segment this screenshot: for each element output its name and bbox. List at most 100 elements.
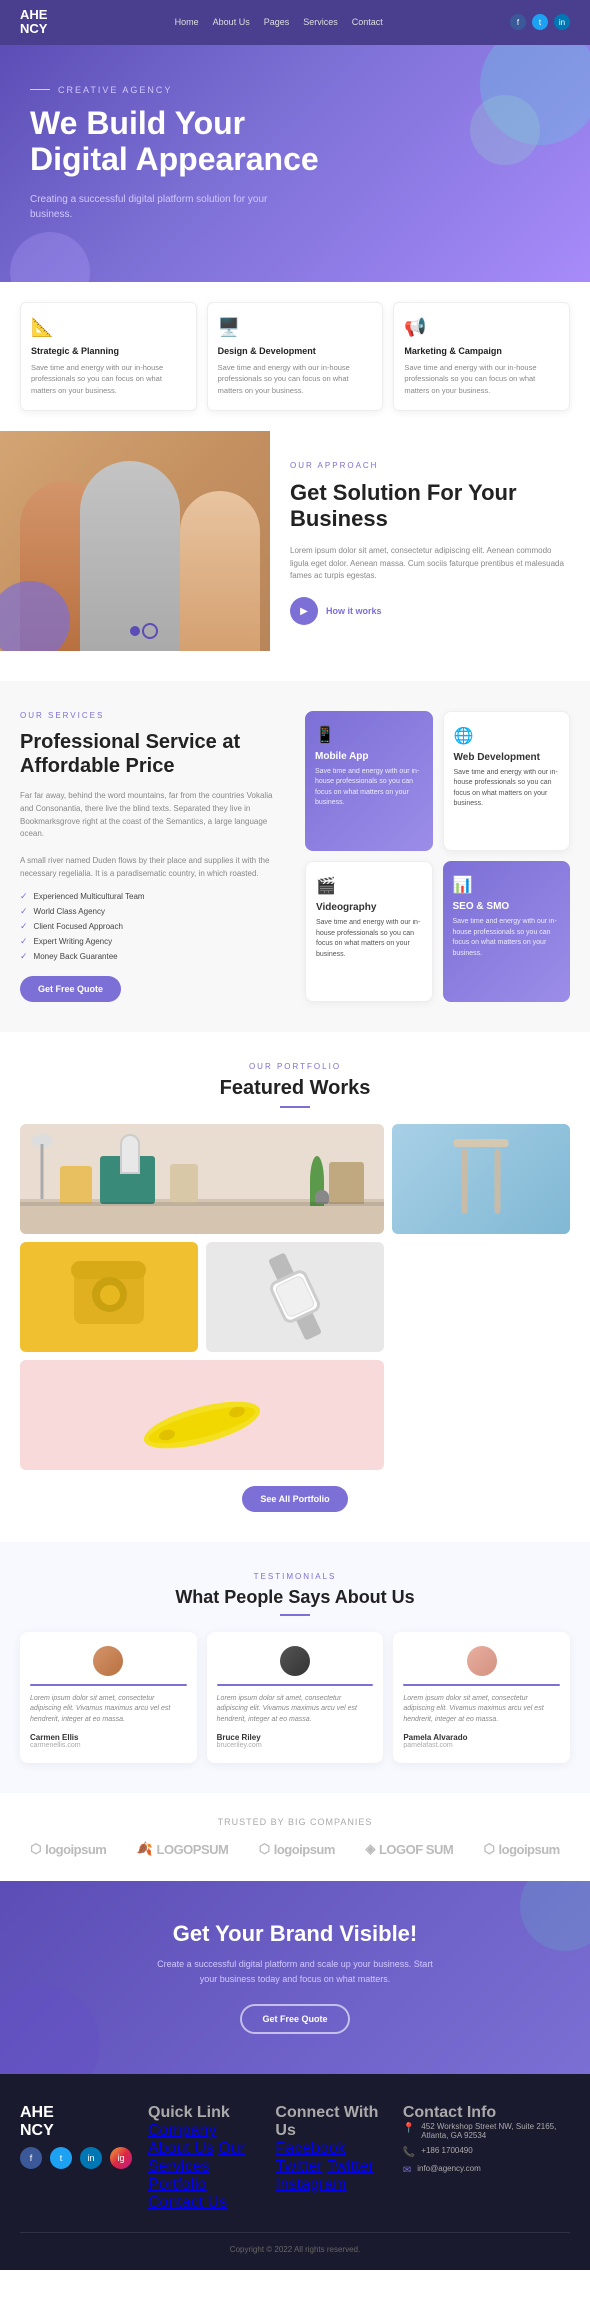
footer-link-contact[interactable]: Contact Us [148, 2194, 227, 2211]
check-icon-1: ✓ [20, 891, 28, 902]
service-card-3-title: Marketing & Campaign [404, 346, 559, 356]
seo-icon: 📊 [453, 875, 561, 895]
footer-link-about[interactable]: About Us [148, 2140, 214, 2157]
footer-quick-link-title: Quick Link [148, 2104, 259, 2122]
service-card-2-desc: Save time and energy with our in-house p… [218, 362, 373, 396]
cta-title: Get Your Brand Visible! [30, 1921, 560, 1947]
room-chair2 [170, 1164, 198, 1204]
testimonial-bar-2 [217, 1684, 374, 1686]
testimonial-text-3: Lorem ipsum dolor sit amet, consectetur … [403, 1694, 560, 1726]
navbar-links: Home About Us Pages Services Contact [175, 17, 383, 27]
person2-silhouette [80, 461, 180, 651]
footer-social-link-fb[interactable]: Facebook [275, 2140, 345, 2157]
navbar-logo: AHE NCY [20, 8, 47, 37]
footer-email-item: ✉ info@agency.com [403, 2164, 570, 2176]
free-quote-button[interactable]: Get Free Quote [20, 976, 121, 1002]
list-item-1: ✓ Experienced Multicultural Team [20, 891, 285, 902]
logo-4: ◈ LOGOF SUM [365, 1841, 453, 1857]
marketing-icon: 📢 [404, 317, 559, 338]
hero-title: We Build Your Digital Appearance [30, 105, 330, 179]
play-label: How it works [326, 606, 382, 616]
testimonials-title: What People Says About Us [20, 1587, 570, 1608]
testimonial-company-2: bruceriley.com [217, 1742, 374, 1749]
play-icon: ▶ [290, 597, 318, 625]
nav-services[interactable]: Services [303, 17, 338, 27]
nav-about[interactable]: About Us [213, 17, 250, 27]
tile1-desc: Save time and energy with our in-house p… [315, 767, 423, 809]
testimonial-name-2: Bruce Riley [217, 1733, 374, 1742]
footer-grid: AHE NCY f t in ig Quick Link Company Abo… [20, 2104, 570, 2212]
footer-instagram-icon[interactable]: ig [110, 2147, 132, 2169]
footer-copyright: Copyright © 2022 All rights reserved. [230, 2245, 360, 2254]
footer-social-links: f t in ig [20, 2147, 132, 2169]
list-item-5: ✓ Money Back Guarantee [20, 951, 285, 962]
footer-quick-links-col: Quick Link Company About Us Our Services… [148, 2104, 259, 2212]
footer-facebook-icon[interactable]: f [20, 2147, 42, 2169]
cta-section: Get Your Brand Visible! Create a success… [0, 1881, 590, 2074]
cta-circle1 [0, 1984, 100, 2074]
service-tile-web: 🌐 Web Development Save time and energy w… [443, 711, 571, 851]
approach-image [0, 431, 270, 651]
service-tile-seo: 📊 SEO & SMO Save time and energy with ou… [443, 861, 571, 1001]
footer-phone: +186 1700490 [421, 2146, 472, 2155]
portfolio-img-watch [206, 1242, 384, 1352]
stool-body [454, 1139, 509, 1234]
testimonial-bar-3 [403, 1684, 560, 1686]
linkedin-icon[interactable]: in [554, 14, 570, 30]
professional-desc1: Far far away, behind the word mountains,… [20, 790, 285, 841]
design-icon: 🖥️ [218, 317, 373, 338]
see-all-portfolio-button[interactable]: See All Portfolio [242, 1486, 347, 1512]
logo-icon-3: ⬡ [259, 1841, 270, 1857]
cta-button[interactable]: Get Free Quote [240, 2004, 349, 2034]
list-item-3: ✓ Client Focused Approach [20, 921, 285, 932]
service-card-design: 🖥️ Design & Development Save time and en… [207, 302, 384, 411]
footer-linkedin-icon[interactable]: in [80, 2147, 102, 2169]
footer-twitter-icon[interactable]: t [50, 2147, 72, 2169]
footer-social-link-tw2[interactable]: Twitter [327, 2158, 374, 2175]
footer-address-item: 📍 452 Workshop Street NW, Suite 2165, At… [403, 2122, 570, 2140]
service-tile-video: 🎬 Videography Save time and energy with … [305, 861, 433, 1001]
testimonial-company-3: pamelafast.com [403, 1742, 560, 1749]
hero-decoration-circle2 [470, 95, 540, 165]
twitter-icon[interactable]: t [532, 14, 548, 30]
avatar-bruce [280, 1646, 310, 1676]
portfolio-section: Our Portfolio Featured Works [0, 1032, 590, 1542]
approach-section: Our Approach Get Solution For Your Busin… [0, 431, 590, 681]
tile1-title: Mobile App [315, 751, 423, 762]
testimonials-divider [280, 1614, 310, 1616]
footer-address: 452 Workshop Street NW, Suite 2165, Atla… [421, 2122, 570, 2140]
service-card-marketing: 📢 Marketing & Campaign Save time and ene… [393, 302, 570, 411]
email-icon: ✉ [403, 2165, 411, 2176]
footer-social-link-tw1[interactable]: Twitter [275, 2158, 322, 2175]
strategic-icon: 📐 [31, 317, 186, 338]
testimonial-bar-1 [30, 1684, 187, 1686]
portfolio-img-banana [20, 1360, 384, 1470]
footer-link-portfolio[interactable]: Portfolio [148, 2176, 207, 2193]
logo-icon-1: ⬡ [30, 1841, 41, 1857]
play-button[interactable]: ▶ How it works [290, 597, 570, 625]
portfolio-grid [20, 1124, 570, 1470]
testimonial-name-1: Carmen Ellis [30, 1733, 187, 1742]
portfolio-item-banana [20, 1360, 384, 1470]
check-icon-2: ✓ [20, 906, 28, 917]
facebook-icon[interactable]: f [510, 14, 526, 30]
professional-section: Our Services Professional Service at Aff… [0, 681, 590, 1032]
footer-social-link-ig[interactable]: Instagram [275, 2176, 346, 2193]
portfolio-img-room [20, 1124, 384, 1234]
room-chair1 [60, 1166, 92, 1204]
nav-home[interactable]: Home [175, 17, 199, 27]
approach-description: Lorem ipsum dolor sit amet, consectetur … [290, 545, 570, 583]
hero-decoration-circle3 [10, 232, 90, 282]
footer-link-company[interactable]: Company [148, 2122, 216, 2139]
nav-pages[interactable]: Pages [264, 17, 290, 27]
footer-contact-title: Contact Info [403, 2104, 570, 2122]
approach-label: Our Approach [290, 461, 570, 470]
check-icon-3: ✓ [20, 921, 28, 932]
check-icon-5: ✓ [20, 951, 28, 962]
logo-3: ⬡ logoipsum [259, 1841, 335, 1857]
hero-description: Creating a successful digital platform s… [30, 192, 290, 222]
testimonials-section: Testimonials What People Says About Us L… [0, 1542, 590, 1794]
testimonials-grid: Lorem ipsum dolor sit amet, consectetur … [20, 1632, 570, 1764]
portfolio-title: Featured Works [20, 1077, 570, 1100]
nav-contact[interactable]: Contact [352, 17, 383, 27]
